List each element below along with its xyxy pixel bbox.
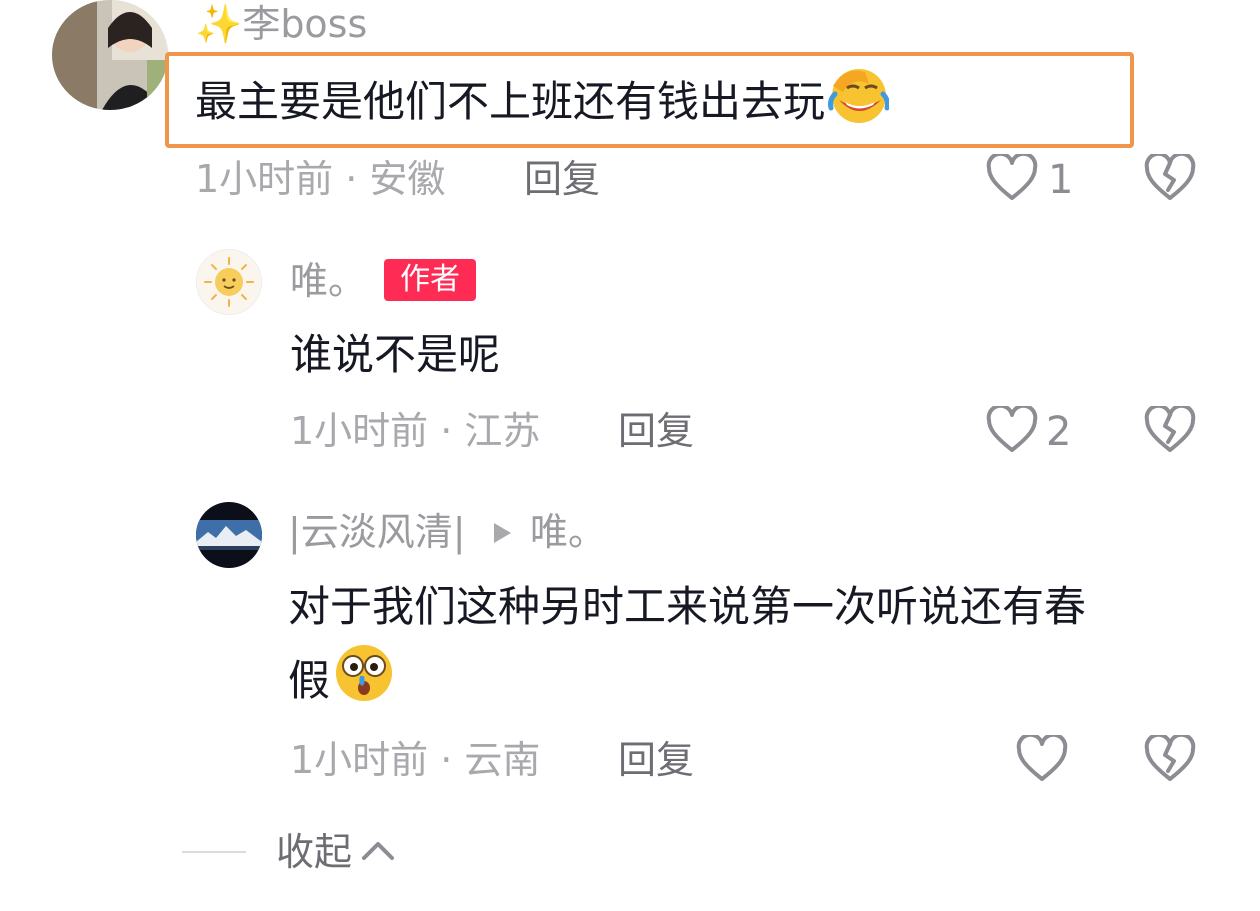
comment-meta: 1小时前 · 江苏 [290, 409, 541, 453]
avatar-li-boss[interactable] [52, 0, 168, 110]
comment-text: 谁说不是呢 [290, 330, 501, 379]
avatar-wei-sun[interactable] [196, 249, 262, 315]
shocked-crying-emoji-icon [330, 642, 396, 725]
author-badge: 作者 [384, 259, 476, 301]
chevron-up-icon [360, 838, 396, 866]
reply-button[interactable]: 回复 [524, 157, 600, 201]
like-count: 1 [1048, 157, 1074, 203]
comment-text: 最主要是他们不上班还有钱出去玩 [195, 64, 891, 145]
reply-arrow-icon [490, 520, 514, 546]
collapse-divider [182, 851, 246, 853]
reply-to-name[interactable]: 唯。 [530, 510, 606, 554]
comment-text-line: 假 [288, 642, 1228, 725]
like-count: 2 [1046, 409, 1072, 455]
collapse-label: 收起 [276, 830, 353, 874]
comment-meta: 1小时前 · 云南 [290, 738, 541, 782]
comment-meta: 1小时前 · 安徽 [195, 157, 446, 201]
comment-text: 对于我们这种另时工来说第一次听说还有春 假 [288, 572, 1228, 725]
like-heart-icon[interactable] [986, 406, 1038, 454]
like-heart-icon[interactable] [1016, 735, 1068, 783]
comment-text-content: 最主要是他们不上班还有钱出去玩 [195, 77, 826, 126]
dislike-broken-heart-icon[interactable] [1144, 735, 1196, 783]
commenter-name[interactable]: 唯。 [290, 259, 366, 303]
dislike-broken-heart-icon[interactable] [1144, 406, 1196, 454]
collapse-button[interactable]: 收起 [276, 828, 396, 876]
comment-text-content: 假 [288, 656, 331, 705]
avatar-yun-dan-feng-qing[interactable] [196, 502, 262, 568]
comment-text-line: 对于我们这种另时工来说第一次听说还有春 [288, 582, 1087, 631]
commenter-name[interactable]: ✨李boss [195, 2, 367, 46]
commenter-name[interactable]: |云淡风清| [288, 510, 466, 554]
laughing-crying-emoji-icon [825, 64, 891, 145]
reply-button[interactable]: 回复 [618, 738, 694, 782]
reply-button[interactable]: 回复 [618, 409, 694, 453]
dislike-broken-heart-icon[interactable] [1144, 154, 1196, 202]
like-heart-icon[interactable] [986, 154, 1038, 202]
